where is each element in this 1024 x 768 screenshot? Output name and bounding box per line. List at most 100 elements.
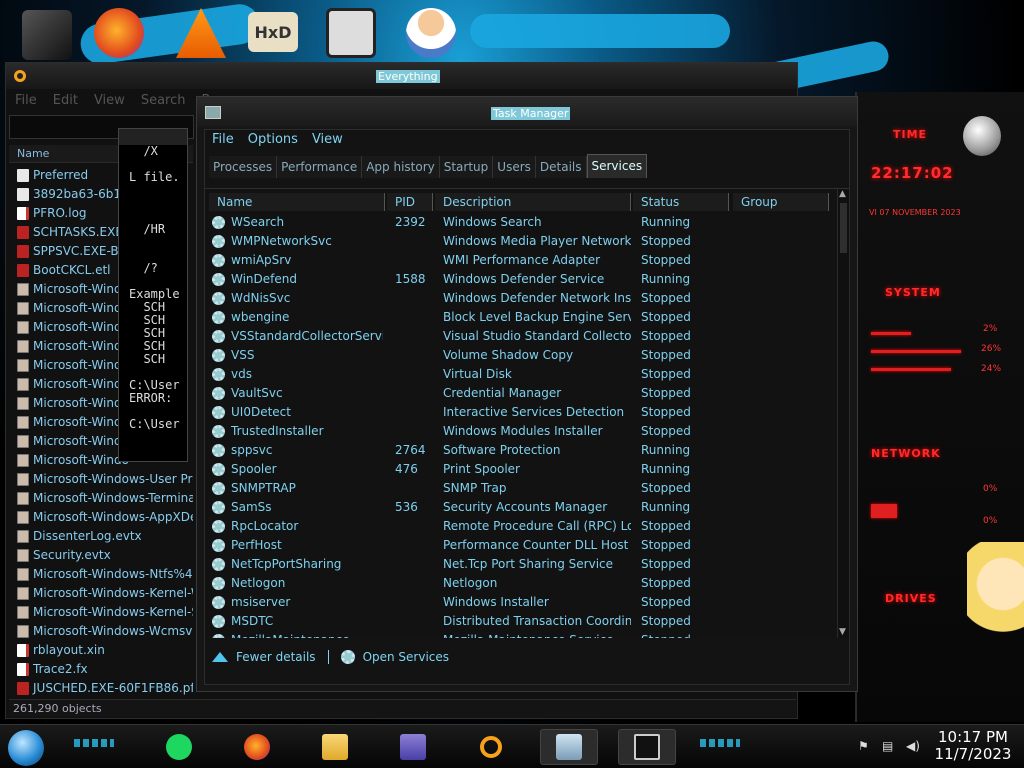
column-header-name[interactable]: Name [209, 193, 385, 211]
service-row[interactable]: SNMPTRAP SNMP Trap Stopped [205, 479, 835, 498]
service-row[interactable]: WinDefend 1588 Windows Defender Service Run… [205, 270, 835, 289]
file-list-item[interactable]: Security.evtx [9, 546, 193, 565]
service-row[interactable]: UI0Detect Interactive Services Detection S… [205, 403, 835, 422]
taskbar-command-prompt[interactable] [618, 729, 676, 765]
service-row[interactable]: wmiApSrv WMI Performance Adapter Stopped [205, 251, 835, 270]
service-name: VSStandardCollectorService... [231, 329, 383, 343]
service-name: NetTcpPortSharing [231, 557, 342, 571]
tab-startup[interactable]: Startup [439, 156, 494, 178]
taskbar-file-explorer[interactable] [306, 729, 364, 765]
file-list-item[interactable]: JUSCHED.EXE-60F1FB86.pf [9, 679, 193, 698]
tab-details[interactable]: Details [535, 156, 587, 178]
service-row[interactable]: TrustedInstaller Windows Modules Installe… [205, 422, 835, 441]
service-row[interactable]: msiserver Windows Installer Stopped [205, 593, 835, 612]
service-description: SNMP Trap [443, 481, 507, 495]
service-row[interactable]: MSDTC Distributed Transaction Coordina...… [205, 612, 835, 631]
service-row[interactable]: Spooler 476 Print Spooler Running [205, 460, 835, 479]
tab-app-history[interactable]: App history [362, 156, 440, 178]
service-row[interactable]: PerfHost Performance Counter DLL Host Stop… [205, 536, 835, 555]
file-name: rblayout.xin [33, 643, 105, 657]
service-gear-icon [212, 615, 225, 628]
column-header-group[interactable]: Group [733, 193, 829, 211]
service-row[interactable]: MozillaMaintenance Mozilla Maintenance Se… [205, 631, 835, 638]
service-gear-icon [212, 387, 225, 400]
volume-icon[interactable]: ◀) [906, 739, 920, 753]
tm-menu-file[interactable]: File [212, 132, 234, 147]
network-icon[interactable]: ▤ [882, 739, 896, 753]
service-status: Stopped [641, 614, 691, 628]
tab-performance[interactable]: Performance [277, 156, 363, 178]
service-row[interactable]: NetTcpPortSharing Net.Tcp Port Sharing Se… [205, 555, 835, 574]
file-evt-icon [17, 359, 29, 372]
console-titlebar[interactable] [119, 129, 187, 145]
service-row[interactable]: sppsvc 2764 Software Protection Running [205, 441, 835, 460]
everything-titlebar[interactable]: Everything [6, 63, 797, 89]
open-services-link[interactable]: Open Services [363, 650, 449, 664]
taskbar-everything[interactable] [462, 729, 520, 765]
fewer-details-link[interactable]: Fewer details [236, 650, 316, 664]
service-row[interactable]: WMPNetworkSvc Windows Media Player Networ… [205, 232, 835, 251]
file-list-item[interactable]: Microsoft-Windows-Wcmsvc% [9, 622, 193, 641]
service-row[interactable]: VaultSvc Credential Manager Stopped [205, 384, 835, 403]
service-description: Mozilla Maintenance Service [443, 631, 631, 638]
menu-view[interactable]: View [94, 93, 125, 115]
open-services-gear-icon[interactable] [340, 650, 355, 664]
system-gadget: TIME 22:17:02 VI 07 NOVEMBER 2023 SYSTEM… [855, 92, 1024, 722]
service-name: wmiApSrv [231, 253, 292, 267]
menu-search[interactable]: Search [141, 93, 186, 115]
task-manager-window[interactable]: Task Manager File Options View Processes… [196, 96, 858, 692]
scroll-up-icon[interactable]: ▲ [839, 189, 846, 199]
service-gear-icon [212, 425, 225, 438]
scroll-thumb[interactable] [840, 203, 847, 253]
service-row[interactable]: vds Virtual Disk Stopped [205, 365, 835, 384]
task-manager-titlebar[interactable]: Task Manager [197, 97, 857, 127]
column-header-description[interactable]: Description [435, 193, 631, 211]
service-row[interactable]: VSS Volume Shadow Copy Stopped [205, 346, 835, 365]
taskbar-clock[interactable]: 10:17 PM 11/7/2023 [928, 729, 1018, 763]
file-log-icon [17, 644, 29, 657]
column-header-pid[interactable]: PID [387, 193, 433, 211]
service-name: SamSs [231, 500, 272, 514]
services-scrollbar[interactable]: ▲ ▼ [837, 189, 849, 638]
file-list-item[interactable]: Microsoft-Windows-User Profile [9, 470, 193, 489]
service-gear-icon [212, 634, 225, 638]
firefox-desktop-icon[interactable] [94, 8, 144, 58]
file-list-item[interactable]: Microsoft-Windows-Kernel-Shi [9, 603, 193, 622]
service-row[interactable]: VSStandardCollectorService... Visual Stud… [205, 327, 835, 346]
doctor-desktop-icon[interactable] [406, 8, 456, 58]
file-list-item[interactable]: Microsoft-Windows-TerminalSer [9, 489, 193, 508]
file-list-item[interactable]: Microsoft-Windows-Ntfs%4WH [9, 565, 193, 584]
scroll-down-icon[interactable]: ▼ [839, 627, 846, 637]
tools-desktop-icon[interactable] [22, 10, 72, 60]
action-center-flag-icon[interactable]: ⚑ [858, 739, 872, 753]
file-list-item[interactable]: Microsoft-Windows-Kernel-WH [9, 584, 193, 603]
menu-file[interactable]: File [15, 93, 37, 115]
taskbar-firefox[interactable] [228, 729, 286, 765]
start-button[interactable] [8, 730, 44, 766]
service-row[interactable]: Netlogon Netlogon Stopped [205, 574, 835, 593]
tm-menu-view[interactable]: View [312, 132, 343, 147]
file-name: Microsoft-Windo [33, 301, 129, 315]
service-row[interactable]: RpcLocator Remote Procedure Call (RPC) Lo… [205, 517, 835, 536]
file-list-item[interactable]: Trace2.fx [9, 660, 193, 679]
hxd-desktop-icon[interactable]: HxD [248, 12, 298, 52]
file-list-item[interactable]: Microsoft-Windows-AppXDeplo [9, 508, 193, 527]
menu-edit[interactable]: Edit [53, 93, 78, 115]
taskbar-control-panel[interactable] [384, 729, 442, 765]
service-row[interactable]: WSearch 2392 Windows Search Running [205, 213, 835, 232]
column-header-status[interactable]: Status [633, 193, 729, 211]
tab-processes[interactable]: Processes [209, 156, 278, 178]
service-row[interactable]: SamSs 536 Security Accounts Manager Running [205, 498, 835, 517]
fewer-details-arrow-icon[interactable] [212, 652, 228, 662]
tm-menu-options[interactable]: Options [248, 132, 298, 147]
service-row[interactable]: wbengine Block Level Backup Engine Servic… [205, 308, 835, 327]
file-list-item[interactable]: DissenterLog.evtx [9, 527, 193, 546]
taskbar-spotify[interactable] [150, 729, 208, 765]
file-list-item[interactable]: rblayout.xin [9, 641, 193, 660]
service-row[interactable]: WdNisSvc Windows Defender Network Insp...… [205, 289, 835, 308]
app-desktop-icon[interactable] [326, 8, 376, 58]
tab-services[interactable]: Services [586, 154, 648, 178]
console-window[interactable]: /X L file. /HR /? Example SCH SCH SCH SC… [118, 128, 188, 462]
taskbar-task-manager[interactable] [540, 729, 598, 765]
tab-users[interactable]: Users [493, 156, 536, 178]
